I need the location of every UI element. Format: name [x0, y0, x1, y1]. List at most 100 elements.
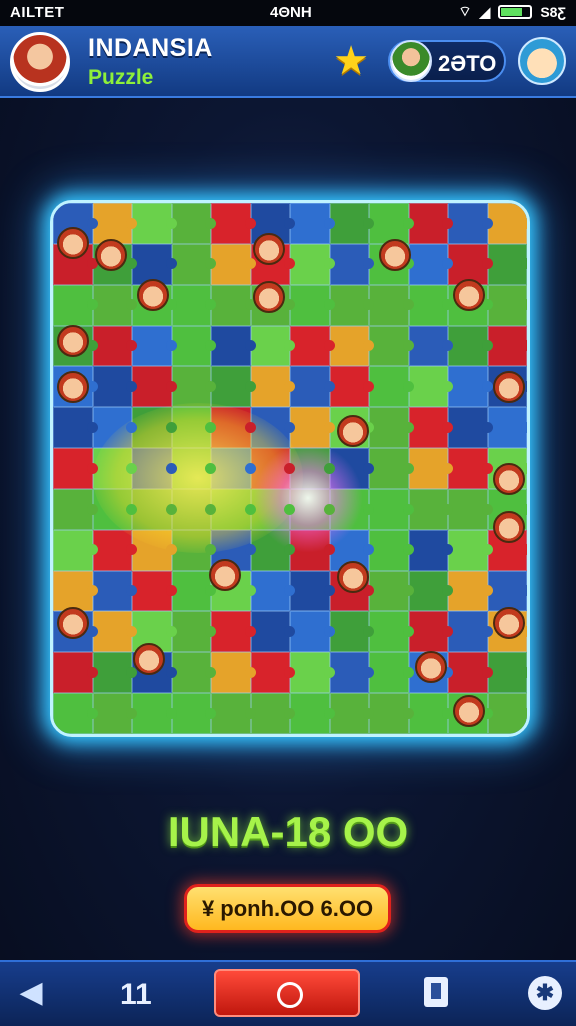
puzzle-piece[interactable]: [290, 203, 334, 244]
puzzle-piece[interactable]: [329, 243, 374, 285]
puzzle-piece[interactable]: [369, 652, 413, 694]
puzzle-piece[interactable]: [487, 243, 527, 285]
puzzle-piece[interactable]: [290, 693, 334, 734]
puzzle-piece[interactable]: [53, 284, 97, 326]
puzzle-piece[interactable]: [53, 448, 97, 489]
puzzle-piece[interactable]: [132, 325, 176, 367]
puzzle-piece[interactable]: [329, 652, 374, 694]
puzzle-piece[interactable]: [290, 652, 334, 694]
character-piece[interactable]: [137, 279, 169, 311]
back-arrow-icon[interactable]: ◀: [14, 976, 48, 1010]
puzzle-piece[interactable]: [92, 693, 137, 734]
character-piece[interactable]: [415, 651, 447, 683]
puzzle-piece[interactable]: [408, 448, 453, 489]
puzzle-piece[interactable]: [211, 243, 255, 285]
document-icon[interactable]: [424, 977, 448, 1007]
puzzle-piece[interactable]: [369, 407, 413, 449]
puzzle-piece[interactable]: [53, 529, 97, 571]
puzzle-piece[interactable]: [369, 325, 413, 367]
puzzle-piece[interactable]: [171, 693, 216, 734]
puzzle-piece[interactable]: [448, 611, 492, 653]
puzzle-piece[interactable]: [487, 203, 527, 244]
puzzle-piece[interactable]: [408, 407, 453, 449]
puzzle-piece[interactable]: [171, 652, 216, 694]
puzzle-piece[interactable]: [250, 325, 295, 367]
puzzle-piece[interactable]: [171, 366, 216, 408]
puzzle-piece[interactable]: [408, 611, 453, 653]
puzzle-piece[interactable]: [290, 529, 334, 571]
puzzle-piece[interactable]: [132, 488, 176, 530]
character-piece[interactable]: [57, 227, 89, 259]
puzzle-piece[interactable]: [211, 693, 255, 734]
character-piece[interactable]: [57, 371, 89, 403]
puzzle-piece[interactable]: [369, 448, 413, 489]
puzzle-piece[interactable]: [329, 203, 374, 244]
puzzle-piece[interactable]: [171, 407, 216, 449]
puzzle-piece[interactable]: [290, 611, 334, 653]
puzzle-piece[interactable]: [369, 488, 413, 530]
puzzle-piece[interactable]: [250, 488, 295, 530]
character-piece[interactable]: [493, 607, 525, 639]
player-avatar[interactable]: [10, 32, 70, 92]
puzzle-piece[interactable]: [250, 693, 295, 734]
puzzle-piece[interactable]: [53, 652, 97, 694]
character-piece[interactable]: [493, 371, 525, 403]
puzzle-piece[interactable]: [448, 366, 492, 408]
puzzle-piece[interactable]: [487, 407, 527, 449]
puzzle-piece[interactable]: [290, 407, 334, 449]
action-button[interactable]: ¥ ponh.OO 6.OO: [184, 884, 391, 933]
puzzle-piece[interactable]: [211, 325, 255, 367]
puzzle-piece[interactable]: [329, 611, 374, 653]
settings-icon[interactable]: ✱: [528, 976, 562, 1010]
puzzle-piece[interactable]: [487, 284, 527, 326]
puzzle-piece[interactable]: [290, 243, 334, 285]
puzzle-piece[interactable]: [211, 652, 255, 694]
character-piece[interactable]: [133, 643, 165, 675]
puzzle-piece[interactable]: [250, 366, 295, 408]
puzzle-piece[interactable]: [92, 611, 137, 653]
puzzle-piece[interactable]: [448, 488, 492, 530]
puzzle-piece[interactable]: [329, 325, 374, 367]
puzzle-piece[interactable]: [92, 366, 137, 408]
puzzle-piece[interactable]: [290, 488, 334, 530]
puzzle-piece[interactable]: [53, 407, 97, 449]
puzzle-piece[interactable]: [408, 366, 453, 408]
puzzle-piece[interactable]: [448, 448, 492, 489]
puzzle-piece[interactable]: [132, 203, 176, 244]
character-piece[interactable]: [337, 561, 369, 593]
puzzle-piece[interactable]: [132, 407, 176, 449]
puzzle-piece[interactable]: [171, 448, 216, 489]
puzzle-piece[interactable]: [408, 243, 453, 285]
puzzle-grid[interactable]: [53, 203, 527, 734]
puzzle-piece[interactable]: [171, 203, 216, 244]
character-piece[interactable]: [493, 463, 525, 495]
character-piece[interactable]: [493, 511, 525, 543]
score-pill[interactable]: 2ƏTO: [388, 40, 506, 82]
character-piece[interactable]: [57, 325, 89, 357]
puzzle-piece[interactable]: [369, 284, 413, 326]
puzzle-piece[interactable]: [250, 611, 295, 653]
puzzle-piece[interactable]: [92, 203, 137, 244]
mascot-icon[interactable]: [518, 37, 566, 85]
puzzle-piece[interactable]: [369, 366, 413, 408]
puzzle-piece[interactable]: [92, 325, 137, 367]
puzzle-piece[interactable]: [290, 284, 334, 326]
puzzle-piece[interactable]: [408, 693, 453, 734]
puzzle-piece[interactable]: [448, 652, 492, 694]
character-piece[interactable]: [57, 607, 89, 639]
puzzle-piece[interactable]: [250, 448, 295, 489]
puzzle-piece[interactable]: [211, 203, 255, 244]
puzzle-piece[interactable]: [171, 243, 216, 285]
puzzle-piece[interactable]: [448, 407, 492, 449]
puzzle-piece[interactable]: [487, 693, 527, 734]
character-piece[interactable]: [337, 415, 369, 447]
puzzle-piece[interactable]: [132, 529, 176, 571]
puzzle-piece[interactable]: [132, 366, 176, 408]
puzzle-piece[interactable]: [171, 570, 216, 612]
character-piece[interactable]: [453, 695, 485, 727]
puzzle-piece[interactable]: [369, 529, 413, 571]
puzzle-piece[interactable]: [92, 448, 137, 489]
puzzle-piece[interactable]: [171, 611, 216, 653]
puzzle-piece[interactable]: [250, 652, 295, 694]
puzzle-piece[interactable]: [53, 693, 97, 734]
